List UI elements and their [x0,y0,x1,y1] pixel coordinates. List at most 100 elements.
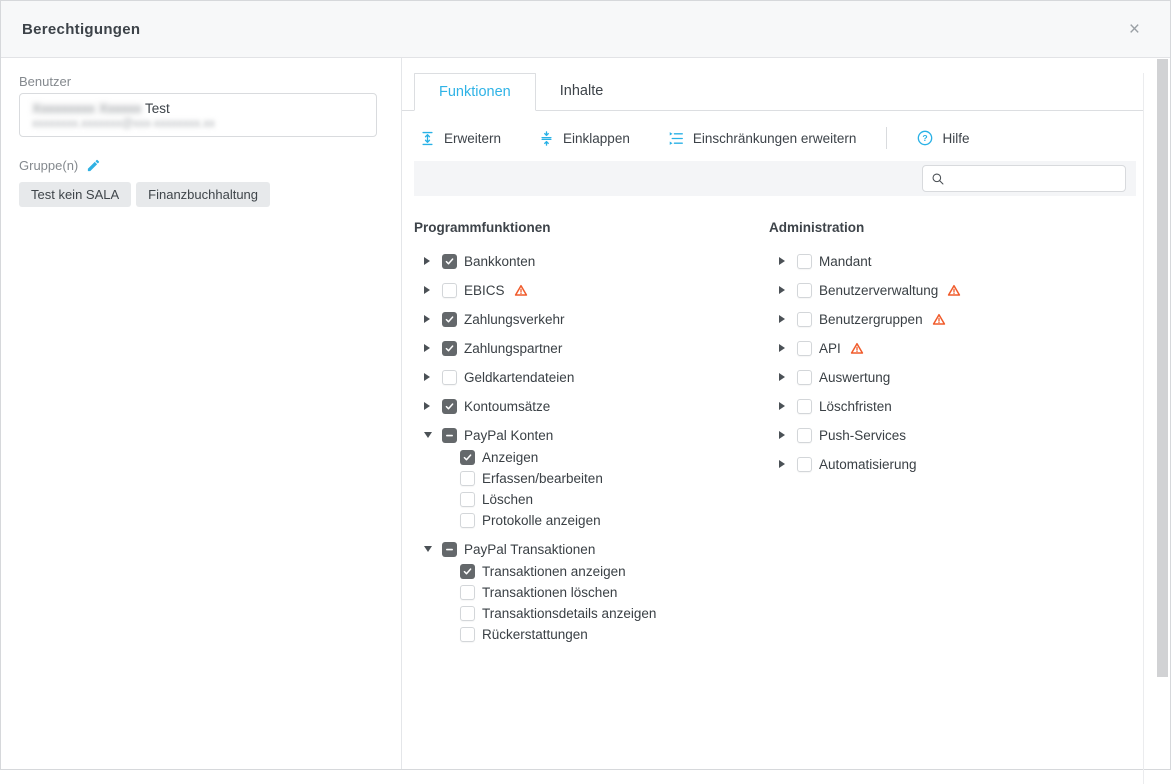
vertical-scrollbar[interactable] [1157,59,1168,765]
chevron-right-icon[interactable] [779,460,789,468]
help-circle-icon: ? [917,130,933,146]
chevron-right-icon[interactable] [779,373,789,381]
tab-funktionen[interactable]: Funktionen [414,73,536,111]
checkbox-unchecked[interactable] [460,471,475,486]
search-input[interactable] [951,171,1117,186]
chevron-right-icon[interactable] [424,344,434,352]
tree-row: Bankkonten [414,253,769,269]
chevron-right-icon[interactable] [779,315,789,323]
chevron-right-icon[interactable] [424,373,434,381]
permissions-panel: Funktionen Inhalte Erweitern [402,58,1170,769]
tree-row: Benutzerverwaltung [769,282,1143,298]
tree-item-label: Protokolle anzeigen [482,513,601,528]
warning-triangle-icon [850,342,864,355]
expander-triangle [779,402,785,410]
groups-label-row: Gruppe(n) [19,158,383,173]
expander-triangle [424,432,432,438]
tree-row: API [769,340,1143,356]
checkbox-unchecked[interactable] [797,370,812,385]
checkbox-unchecked[interactable] [797,283,812,298]
chevron-right-icon[interactable] [779,431,789,439]
edit-groups-pencil-icon[interactable] [86,158,101,173]
chevron-right-icon[interactable] [424,315,434,323]
checkbox-unchecked[interactable] [797,341,812,356]
tree-item-label: Transaktionen löschen [482,585,617,600]
tree-item-label: EBICS [464,283,505,298]
user-field-label: Benutzer [19,74,383,89]
chevron-down-icon[interactable] [424,432,434,438]
checkbox-unchecked[interactable] [797,312,812,327]
tree-item-label: Transaktionen anzeigen [482,564,626,579]
user-panel: Benutzer Xxxxxxxxx Xxxxxx Test xxxxxxxx.… [1,58,402,769]
checkbox-checked[interactable] [460,564,475,579]
tree-item-label: Löschfristen [819,399,892,414]
toolbar-item-label: Hilfe [942,131,969,146]
chevron-right-icon[interactable] [779,344,789,352]
group-chip: Test kein SALA [19,182,131,207]
toolbar-item-label: Einschränkungen erweitern [693,131,857,146]
svg-text:?: ? [923,133,928,143]
tree-item-label: Mandant [819,254,872,269]
close-icon[interactable]: × [1123,18,1146,41]
tree-row: Push-Services [769,427,1143,443]
chevron-right-icon[interactable] [424,286,434,294]
chevron-right-icon[interactable] [779,402,789,410]
expand-restrictions-button[interactable]: Einschränkungen erweitern [668,131,857,146]
tree-item-label: API [819,341,841,356]
checkbox-checked[interactable] [442,399,457,414]
tab-inhalte[interactable]: Inhalte [536,73,628,110]
checkbox-checked[interactable] [460,450,475,465]
tree-row: PayPal Transaktionen [414,541,769,557]
checkbox-unchecked[interactable] [797,457,812,472]
tree-row: PayPal Konten [414,427,769,443]
tree-item-label: PayPal Transaktionen [464,542,595,557]
expand-all-button[interactable]: Erweitern [420,131,501,146]
help-button[interactable]: ? Hilfe [917,130,969,146]
expander-triangle [424,546,432,552]
checkbox-unchecked[interactable] [797,399,812,414]
tree-row: Mandant [769,253,1143,269]
checkbox-unchecked[interactable] [460,492,475,507]
list-arrows-icon [668,131,684,146]
checkbox-unchecked[interactable] [460,606,475,621]
tree-item-label: Bankkonten [464,254,535,269]
expander-triangle [424,286,430,294]
checkbox-checked[interactable] [442,312,457,327]
expander-triangle [424,373,430,381]
checkbox-unchecked[interactable] [460,513,475,528]
tree-items: Mandant Benutzerverwaltung Benutzergruppen… [769,253,1143,472]
tree-item-label: Zahlungsverkehr [464,312,565,327]
checkbox-checked[interactable] [442,341,457,356]
tree-item-label: Zahlungspartner [464,341,562,356]
checkbox-unchecked[interactable] [797,428,812,443]
collapse-all-button[interactable]: Einklappen [539,131,630,146]
scrollbar-thumb[interactable] [1157,59,1168,677]
checkbox-indeterminate[interactable] [442,428,457,443]
checkbox-unchecked[interactable] [442,283,457,298]
checkbox-indeterminate[interactable] [442,542,457,557]
checkbox-checked[interactable] [442,254,457,269]
tree-row: Benutzergruppen [769,311,1143,327]
chevron-right-icon[interactable] [779,286,789,294]
tree-row: Löschen [414,491,769,507]
chevron-right-icon[interactable] [424,402,434,410]
tree-item-label: Löschen [482,492,533,507]
expand-vertical-icon [420,131,435,146]
tree-row: Zahlungsverkehr [414,311,769,327]
tree-item-label: Anzeigen [482,450,538,465]
checkbox-unchecked[interactable] [442,370,457,385]
search-box[interactable] [922,165,1126,192]
checkbox-unchecked[interactable] [797,254,812,269]
checkbox-unchecked[interactable] [460,585,475,600]
tree-row: Protokolle anzeigen [414,512,769,528]
toolbar: Erweitern Einklappen [420,125,1143,151]
warning-triangle-icon [932,313,946,326]
chevron-down-icon[interactable] [424,546,434,552]
chevron-right-icon[interactable] [779,257,789,265]
tree-row: Transaktionen anzeigen [414,563,769,579]
checkbox-unchecked[interactable] [460,627,475,642]
tree-item-label: Auswertung [819,370,890,385]
expander-triangle [779,431,785,439]
permissions-tree: Programmfunktionen BankkontenEBICSZahlun… [414,220,1143,655]
chevron-right-icon[interactable] [424,257,434,265]
